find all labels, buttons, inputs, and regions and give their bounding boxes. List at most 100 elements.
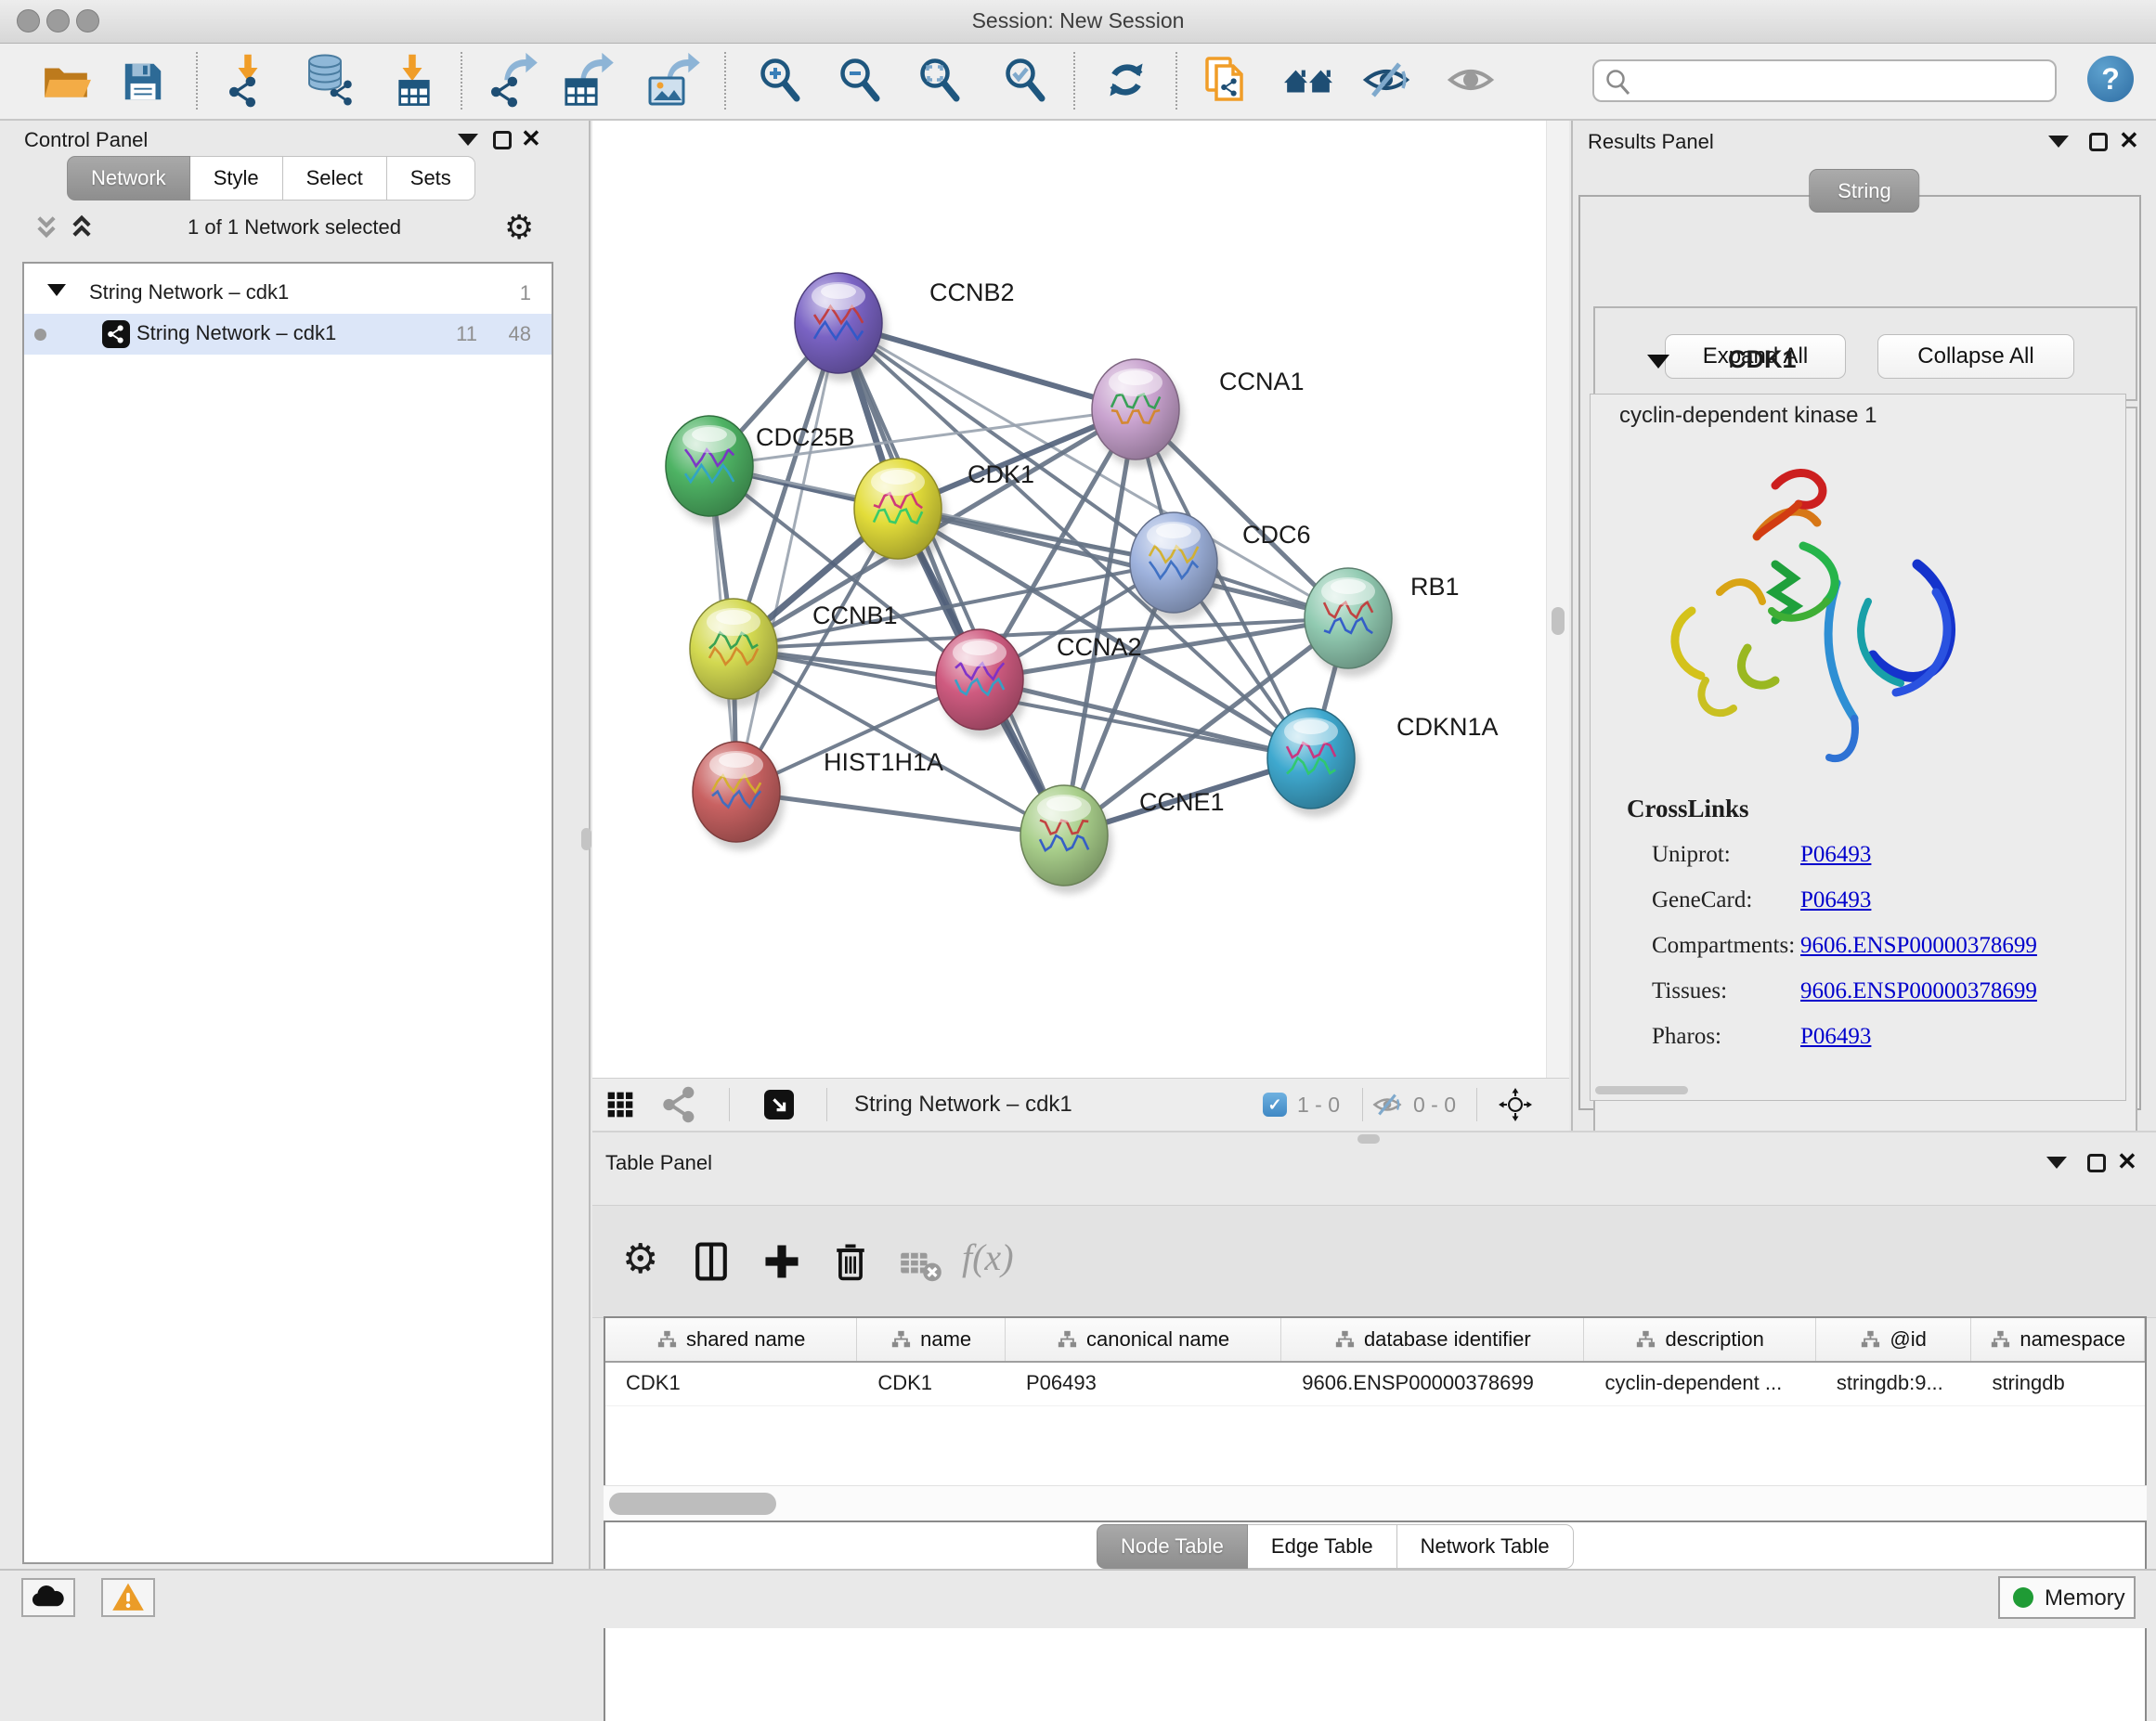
collapse-all-button[interactable]: Collapse All [1877,334,2074,379]
node-cdkn1a[interactable] [1267,708,1359,817]
search-input[interactable] [1639,64,2051,99]
grid-view-icon[interactable] [605,1090,635,1119]
canvas-vertical-scrollbar[interactable] [1546,121,1569,1079]
tab-select[interactable]: Select [283,156,387,201]
column-header-canonical-name[interactable]: canonical name [1006,1318,1281,1361]
results-tab-string[interactable]: String [1809,169,1919,213]
panel-menu-icon[interactable] [2046,1157,2067,1169]
refresh-button[interactable] [1102,56,1154,108]
hierarchy-icon [1990,1329,2010,1350]
panel-float-icon[interactable] [493,131,512,149]
export-image-button[interactable] [648,56,700,108]
warning-icon [110,1580,146,1615]
help-button[interactable]: ? [2087,56,2134,102]
birdseye-crosshair-icon[interactable] [1499,1088,1532,1121]
memory-status-dot [2013,1587,2033,1608]
horizontal-splitter-handle[interactable] [1357,1134,1380,1144]
copy-network-button[interactable] [1202,56,1254,108]
table-horizontal-scrollbar[interactable] [604,1485,2147,1520]
canvas-scrollbar-thumb[interactable] [1552,607,1565,635]
node-rb1[interactable] [1305,568,1396,677]
tab-sets[interactable]: Sets [387,156,475,201]
detach-view-icon[interactable] [764,1090,794,1119]
edge-HIST1H1A-CCNE1[interactable] [736,792,1064,835]
panel-close-icon[interactable]: ✕ [2119,128,2139,152]
network-overview-share-icon[interactable] [661,1086,698,1123]
network-collection-row[interactable]: String Network – cdk1 1 [24,273,552,314]
vertical-splitter-handle[interactable] [581,828,591,850]
import-table-button[interactable] [388,56,440,108]
node-ccna1[interactable] [1092,359,1184,468]
crosslink-link[interactable]: P06493 [1800,887,1871,913]
import-network-database-button[interactable] [305,56,357,108]
crosslink-link[interactable]: 9606.ENSP00000378699 [1800,933,2037,959]
column-header-@id[interactable]: @id [1816,1318,1972,1361]
table-row[interactable]: CDK1CDK1P064939606.ENSP00000378699cyclin… [605,1363,2145,1406]
selected-checkbox[interactable]: ✓ [1263,1093,1287,1117]
crosslink-link[interactable]: P06493 [1800,842,1871,868]
cloud-status-button[interactable] [21,1578,75,1617]
show-all-button[interactable] [1447,56,1499,108]
tab-node-table[interactable]: Node Table [1097,1524,1248,1569]
show-columns-icon[interactable] [689,1239,734,1284]
results-scrollbar-thumb[interactable] [1595,1086,1688,1094]
table-cell: stringdb [1971,1363,2145,1405]
node-ccnb2[interactable] [795,273,887,382]
node-label-hist1h1a: HIST1H1A [824,748,943,776]
zoom-out-button[interactable] [836,56,888,108]
network-share-icon [227,76,259,108]
hide-selected-button[interactable] [1362,56,1414,108]
delete-column-icon[interactable] [828,1239,873,1284]
table-scrollbar-thumb[interactable] [609,1493,776,1515]
memory-label: Memory [2045,1585,2125,1611]
node-label-rb1: RB1 [1410,573,1460,601]
node-ccna2[interactable] [936,629,1028,738]
zoom-in-button[interactable] [756,56,808,108]
column-header-shared-name[interactable]: shared name [605,1318,857,1361]
tab-network-table[interactable]: Network Table [1397,1524,1574,1569]
node-hist1h1a[interactable] [693,742,785,850]
table-cell: stringdb:9... [1816,1363,1972,1405]
gear-icon[interactable]: ⚙ [504,208,534,247]
warnings-button[interactable] [101,1578,155,1617]
tree-expand-triangle[interactable] [47,284,66,296]
node-ccne1[interactable] [1020,785,1112,894]
add-column-icon[interactable] [760,1239,804,1284]
column-header-name[interactable]: name [857,1318,1006,1361]
tab-edge-table[interactable]: Edge Table [1248,1524,1397,1569]
panel-close-icon[interactable]: ✕ [521,126,541,150]
panel-close-icon[interactable]: ✕ [2117,1149,2137,1173]
memory-button[interactable]: Memory [1998,1576,2136,1619]
tab-network[interactable]: Network [67,156,190,201]
crosslink-link[interactable]: 9606.ENSP00000378699 [1800,978,2037,1004]
network-view-toolbar: String Network – cdk1 ✓ 1 - 0 0 - 0 [592,1078,1569,1131]
column-header-database-identifier[interactable]: database identifier [1281,1318,1584,1361]
first-neighbors-button[interactable] [1283,56,1335,108]
panel-menu-icon[interactable] [2048,136,2069,148]
network-canvas[interactable]: CCNB2CCNA1CDC25BCDK1CDC6RB1CCNB1CCNA2CDK… [592,121,1567,1079]
crosslink-link[interactable]: P06493 [1800,1024,1871,1050]
export-table-button[interactable] [564,56,616,108]
folder-open-icon [41,57,91,107]
hierarchy-icon [1635,1329,1656,1350]
column-header-description[interactable]: description [1584,1318,1815,1361]
import-network-file-button[interactable] [224,56,276,108]
node-ccnb1[interactable] [690,599,782,707]
table-settings-gear-icon[interactable]: ⚙ [622,1239,667,1284]
section-collapse-triangle[interactable] [1647,355,1669,369]
zoom-selected-button[interactable] [1001,56,1053,108]
save-session-button[interactable] [117,56,169,108]
node-cdc25b[interactable] [666,416,758,524]
column-header-namespace[interactable]: namespace [1971,1318,2145,1361]
export-network-button[interactable] [489,56,541,108]
panel-float-icon[interactable] [2087,1154,2106,1172]
tab-style[interactable]: Style [190,156,283,201]
panel-menu-icon[interactable] [458,134,478,146]
panel-float-icon[interactable] [2089,133,2108,151]
node-cdk1[interactable] [854,459,946,567]
crosslink-row: Pharos:P06493 [1627,1024,2119,1050]
network-row[interactable]: String Network – cdk1 11 48 [24,314,552,355]
zoom-fit-button[interactable] [916,56,968,108]
open-session-button[interactable] [40,56,92,108]
edge-CCNA2-CDKN1A[interactable] [980,679,1311,758]
